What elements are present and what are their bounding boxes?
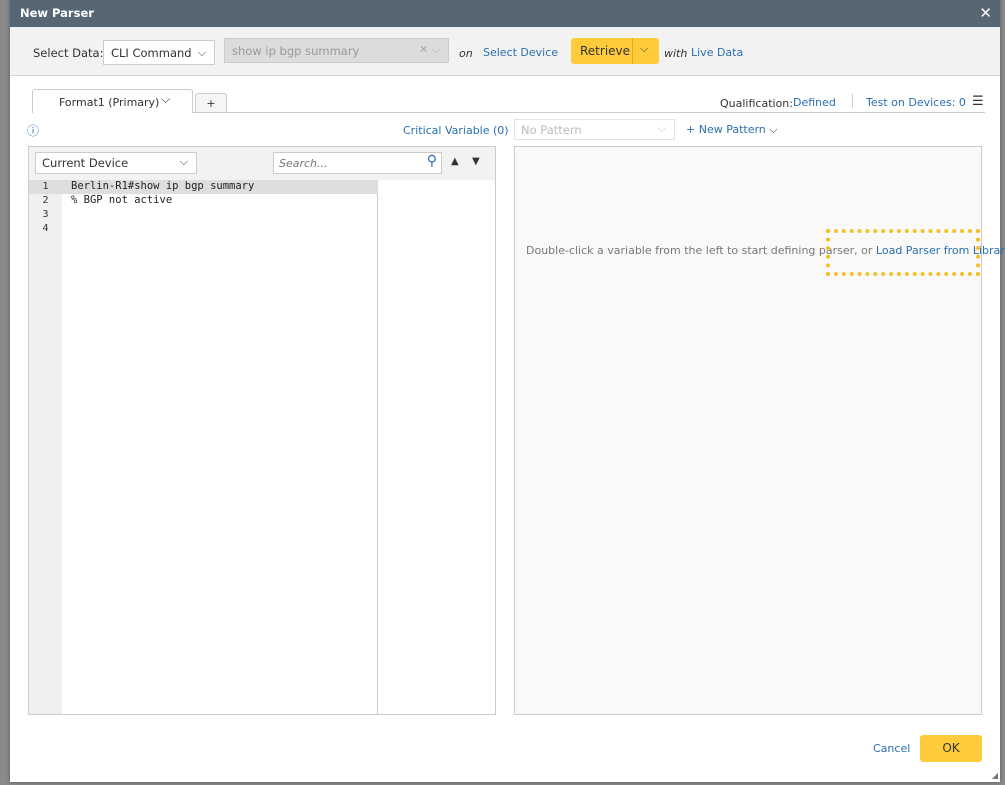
chevron-down-icon[interactable]: ⌵ [640, 42, 648, 56]
select-data-label: Select Data: [33, 46, 104, 60]
add-tab-button[interactable]: + [195, 93, 227, 113]
chevron-down-icon: ⌵ [179, 155, 188, 168]
test-on-devices-link[interactable]: Test on Devices: 0 [866, 96, 966, 109]
line-number: 1 [42, 181, 49, 192]
menu-icon[interactable]: ☰ [972, 94, 984, 109]
tab-format1[interactable]: Format1 (Primary) ⌵ [32, 89, 193, 113]
close-icon[interactable]: ✕ [979, 4, 992, 22]
chevron-down-icon[interactable]: ⌵ [161, 92, 170, 107]
line-text: % BGP not active [71, 194, 173, 206]
add-tab-label: + [206, 97, 216, 110]
parser-definition-panel: Double-click a variable from the left to… [514, 146, 1005, 715]
dialog-title-bar: New Parser ✕ [10, 0, 1000, 27]
retrieve-label: Retrieve [580, 44, 631, 58]
cancel-button[interactable]: Cancel [873, 742, 910, 755]
line-number: 3 [42, 209, 49, 220]
highlight-box [826, 229, 980, 276]
line-text: Berlin-R1#show ip bgp summary [71, 180, 255, 192]
command-input[interactable]: show ip bgp summary ✕ ⌵ [224, 38, 449, 63]
cli-output-panel: Current Device ⌵ ⚲ ▲ ▼ 1 Berlin-R1#show ip… [28, 146, 496, 715]
code-editor[interactable]: 1 Berlin-R1#show ip bgp summary 2 % BGP no… [29, 180, 378, 714]
new-parser-dialog: New Parser ✕ Select Data: CLI Command ⌵ s… [10, 0, 1005, 782]
select-device-link[interactable]: Select Device [483, 46, 558, 59]
new-pattern-button[interactable]: + New Pattern ⌵ [686, 123, 778, 137]
on-label: on [459, 47, 473, 60]
hint-text: Double-click a variable from the left to… [526, 244, 876, 257]
dialog-title: New Parser [20, 6, 94, 20]
data-type-select[interactable]: CLI Command ⌵ [103, 40, 215, 65]
info-icon[interactable]: ⓘ [27, 122, 39, 139]
search-box[interactable]: ⚲ [273, 152, 442, 174]
search-icon[interactable]: ⚲ [427, 153, 437, 169]
chevron-down-icon: ⌵ [769, 123, 778, 136]
ok-label: OK [942, 741, 960, 755]
pattern-select[interactable]: No Pattern ⌵ [514, 119, 675, 140]
qualification-label: Qualification: [720, 97, 793, 110]
panel-header: Current Device ⌵ ⚲ ▲ ▼ [29, 147, 495, 180]
command-value: show ip bgp summary [232, 44, 360, 58]
device-select-value: Current Device [42, 156, 129, 170]
device-select[interactable]: Current Device ⌵ [35, 152, 197, 174]
live-data-link[interactable]: Live Data [691, 46, 743, 59]
search-input[interactable] [274, 153, 414, 173]
divider [852, 94, 853, 108]
chevron-down-icon: ⌵ [657, 122, 666, 135]
resize-handle-icon[interactable]: ◢ [992, 771, 998, 780]
line-number: 4 [42, 223, 49, 234]
tab-label: Format1 (Primary) [59, 96, 160, 109]
chevron-down-icon: ⌵ [197, 46, 206, 59]
divider [632, 38, 633, 64]
toolbar: Select Data: CLI Command ⌵ show ip bgp su… [10, 27, 1000, 76]
new-pattern-label: + New Pattern [686, 123, 766, 136]
next-match-icon[interactable]: ▼ [472, 156, 480, 167]
critical-variable-link[interactable]: Critical Variable (0) [403, 124, 509, 137]
retrieve-button[interactable]: Retrieve ⌵ [571, 38, 659, 64]
data-type-value: CLI Command [111, 46, 192, 60]
qualification-value[interactable]: Defined [793, 96, 836, 109]
pattern-select-value: No Pattern [521, 123, 582, 137]
ok-button[interactable]: OK [920, 735, 982, 762]
prev-match-icon[interactable]: ▲ [451, 156, 459, 167]
line-gutter [29, 180, 62, 714]
clear-icon[interactable]: ✕ ⌵ [419, 43, 440, 57]
line-number: 2 [42, 195, 49, 206]
with-label: with [664, 47, 688, 60]
